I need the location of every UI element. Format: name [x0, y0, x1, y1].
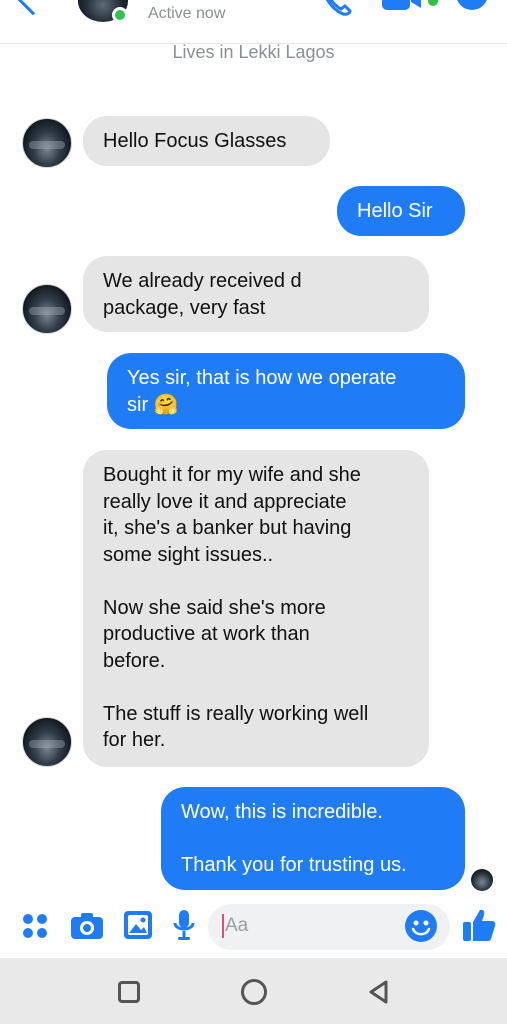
- sender-avatar[interactable]: [22, 717, 72, 767]
- message-bubble-outgoing[interactable]: Wow, this is incredible. Thank you for t…: [161, 787, 465, 890]
- active-status-text: Active now: [148, 5, 226, 22]
- message-input-placeholder: Aa: [222, 914, 248, 938]
- message-bubble-incoming[interactable]: We already received d package, very fast: [83, 256, 429, 332]
- video-active-dot: [428, 0, 438, 6]
- message-bubble-outgoing[interactable]: Yes sir, that is how we operate sir 🤗: [107, 353, 465, 429]
- message-bubble-outgoing[interactable]: Hello Sir: [337, 186, 465, 236]
- message-bubble-incoming[interactable]: Hello Focus Glasses: [83, 116, 330, 166]
- phone-call-icon[interactable]: [322, 0, 352, 16]
- contact-location: Lives in Lekki Lagos: [172, 42, 335, 62]
- camera-icon[interactable]: [70, 912, 104, 940]
- microphone-icon[interactable]: [173, 909, 195, 941]
- home-icon[interactable]: [241, 979, 267, 1005]
- video-call-icon[interactable]: [382, 0, 422, 10]
- active-status-dot: [112, 7, 128, 23]
- gallery-icon[interactable]: [123, 910, 153, 940]
- read-receipt-avatar: [471, 869, 493, 891]
- thumbs-up-icon[interactable]: [461, 907, 497, 943]
- info-icon[interactable]: [456, 0, 488, 10]
- sender-avatar[interactable]: [22, 284, 72, 334]
- emoji-icon[interactable]: [404, 909, 438, 943]
- sender-avatar[interactable]: [22, 118, 72, 168]
- back-arrow-icon[interactable]: [14, 0, 52, 16]
- message-bubble-incoming[interactable]: Bought it for my wife and she really lov…: [83, 450, 429, 767]
- conversation-header: Active now: [0, 0, 507, 44]
- recent-apps-icon[interactable]: [118, 981, 140, 1003]
- nav-back-icon[interactable]: [366, 979, 392, 1005]
- menu-dots-icon[interactable]: [22, 913, 48, 939]
